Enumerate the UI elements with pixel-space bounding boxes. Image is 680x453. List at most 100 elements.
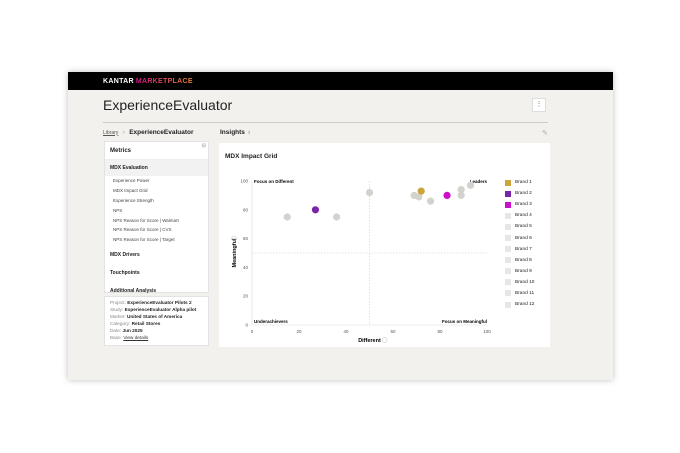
y-tick-label: 40 xyxy=(243,265,249,270)
quadrant-label-bottom-left: Underachievers xyxy=(254,319,288,324)
collapse-panel-icon[interactable]: ⊟ xyxy=(202,143,206,149)
legend: Brand 1 Brand 2 Brand 3 Brand 4 Brand 5 Brand… xyxy=(505,177,534,310)
legend-swatch xyxy=(505,212,511,219)
info-market: Market: United States of America xyxy=(110,313,183,319)
y-tick-label: 20 xyxy=(243,294,249,299)
data-point-brand-2 xyxy=(311,206,320,214)
more-options-button[interactable]: ⋮ xyxy=(532,98,546,112)
legend-label: Brand 6 xyxy=(515,235,532,241)
info-study: Study: ExperienceEvaluator Alpha pilot xyxy=(110,306,197,312)
data-point-brand-5 xyxy=(333,213,341,221)
insights-label: Insights xyxy=(220,129,245,136)
legend-item[interactable]: Brand 4 xyxy=(505,210,534,221)
legend-label: Brand 11 xyxy=(515,290,535,296)
legend-swatch xyxy=(505,268,511,275)
legend-label: Brand 5 xyxy=(515,224,532,230)
legend-swatch xyxy=(505,179,511,186)
y-tick-label: 0 xyxy=(245,323,248,328)
x-tick-label: 60 xyxy=(390,329,396,334)
x-tick-label: 0 xyxy=(251,329,254,334)
logo-marketplace[interactable]: MARKETPLACE xyxy=(136,78,193,85)
section-touchpoints[interactable]: Touchpoints xyxy=(105,265,208,281)
info-project: Project: ExperienceEvaluator Pilots 2 xyxy=(110,300,192,305)
legend-label: Brand 8 xyxy=(515,257,532,263)
edit-icon[interactable]: ✎ xyxy=(542,129,548,137)
chart-card: MDX Impact Grid 0 20 40 60 80 100 0 20 40 60 80 100… xyxy=(219,143,550,347)
legend-item[interactable]: Brand 10 xyxy=(505,277,534,288)
breadcrumb-current: ExperienceEvaluator xyxy=(129,129,194,136)
legend-label: Brand 4 xyxy=(515,213,532,219)
info-base: Base: View details xyxy=(110,334,149,340)
data-point-brand-1 xyxy=(417,187,425,195)
logo-kantar[interactable]: KANTAR xyxy=(103,78,134,85)
lightbulb-icon: ♁ xyxy=(246,129,252,136)
breadcrumb-separator: > xyxy=(122,129,126,136)
metric-item[interactable]: NPS Reason for Score | Target xyxy=(105,235,208,245)
metric-item[interactable]: NPS xyxy=(105,205,208,215)
legend-label: Brand 1 xyxy=(515,180,532,186)
info-date: Date: Jun 2025 xyxy=(110,327,143,333)
quadrant-label-top-left: Focus on Different xyxy=(254,179,294,184)
legend-item[interactable]: Brand 2 xyxy=(505,188,534,199)
legend-swatch xyxy=(505,257,511,264)
data-point-brand-12 xyxy=(466,181,475,189)
legend-swatch xyxy=(505,301,511,308)
x-axis-label: Different xyxy=(358,338,381,344)
breadcrumb-library-link[interactable]: Library xyxy=(103,130,118,136)
y-tick-label: 80 xyxy=(243,207,249,212)
divider xyxy=(103,122,548,123)
metric-item[interactable]: NPS Reason for Score | CVS xyxy=(105,225,208,235)
legend-item[interactable]: Brand 8 xyxy=(505,255,534,266)
data-point-brand-11 xyxy=(457,191,465,199)
legend-swatch xyxy=(505,279,511,286)
y-tick-label: 60 xyxy=(243,236,249,241)
x-tick-label: 40 xyxy=(343,329,349,334)
vertical-dots-icon: ⋮ xyxy=(535,101,543,108)
quadrant-label-bottom-right: Focus on Meaningful xyxy=(442,319,487,324)
section-mdx-evaluation[interactable]: MDX Evaluation xyxy=(105,160,208,176)
x-tick-label: 80 xyxy=(437,329,443,334)
study-info: Project: ExperienceEvaluator Pilots 2 St… xyxy=(104,296,209,346)
metric-item[interactable]: MDX Impact Grid xyxy=(105,186,208,196)
legend-item[interactable]: Brand 12 xyxy=(505,299,534,310)
x-tick-label: 100 xyxy=(483,329,491,334)
data-point-brand-4 xyxy=(283,213,291,221)
legend-item[interactable]: Brand 1 xyxy=(505,177,534,188)
breadcrumb: Library > ExperienceEvaluator xyxy=(103,129,194,136)
metric-item[interactable]: Experience Power xyxy=(105,176,208,186)
data-point-brand-3 xyxy=(443,191,451,199)
legend-label: Brand 9 xyxy=(515,268,532,274)
legend-swatch xyxy=(505,190,511,197)
legend-item[interactable]: Brand 9 xyxy=(505,266,534,277)
legend-swatch xyxy=(505,201,511,208)
legend-label: Brand 12 xyxy=(515,302,535,308)
view-details-link[interactable]: View details xyxy=(123,335,148,340)
section-mdx-drivers[interactable]: MDX Drivers xyxy=(105,247,208,263)
y-axis-label: Meaningful xyxy=(232,238,238,267)
x-tick-label: 20 xyxy=(296,329,302,334)
legend-swatch xyxy=(505,246,511,253)
legend-swatch xyxy=(505,235,511,242)
info-category: Category: Retail Stores xyxy=(110,320,161,326)
legend-swatch xyxy=(505,223,511,230)
legend-item[interactable]: Brand 11 xyxy=(505,288,534,299)
legend-item[interactable]: Brand 3 xyxy=(505,199,534,210)
page-title: ExperienceEvaluator xyxy=(103,97,233,113)
app-window: KANTAR MARKETPLACE ExperienceEvaluator ⋮… xyxy=(68,72,613,380)
top-bar: KANTAR MARKETPLACE xyxy=(68,72,613,90)
y-tick-label: 100 xyxy=(240,179,248,184)
legend-item[interactable]: Brand 7 xyxy=(505,244,534,255)
data-point-brand-6 xyxy=(365,188,374,197)
data-point-brand-9 xyxy=(427,197,435,205)
scatter-plot: 0 20 40 60 80 100 0 20 40 60 80 100 Different Meaning… xyxy=(231,179,491,344)
legend-swatch xyxy=(505,290,511,297)
insights-heading[interactable]: Insights ♁ xyxy=(220,129,252,136)
legend-item[interactable]: Brand 5 xyxy=(505,221,534,232)
metric-item[interactable]: NPS Reason for Score | Walmart xyxy=(105,215,208,225)
metrics-panel: ⊟ Metrics MDX Evaluation Experience Powe… xyxy=(104,141,209,294)
legend-label: Brand 2 xyxy=(515,191,532,197)
legend-item[interactable]: Brand 6 xyxy=(505,232,534,243)
legend-label: Brand 7 xyxy=(515,246,532,252)
metric-item[interactable]: Experience Strength xyxy=(105,196,208,206)
legend-label: Brand 10 xyxy=(515,279,535,285)
